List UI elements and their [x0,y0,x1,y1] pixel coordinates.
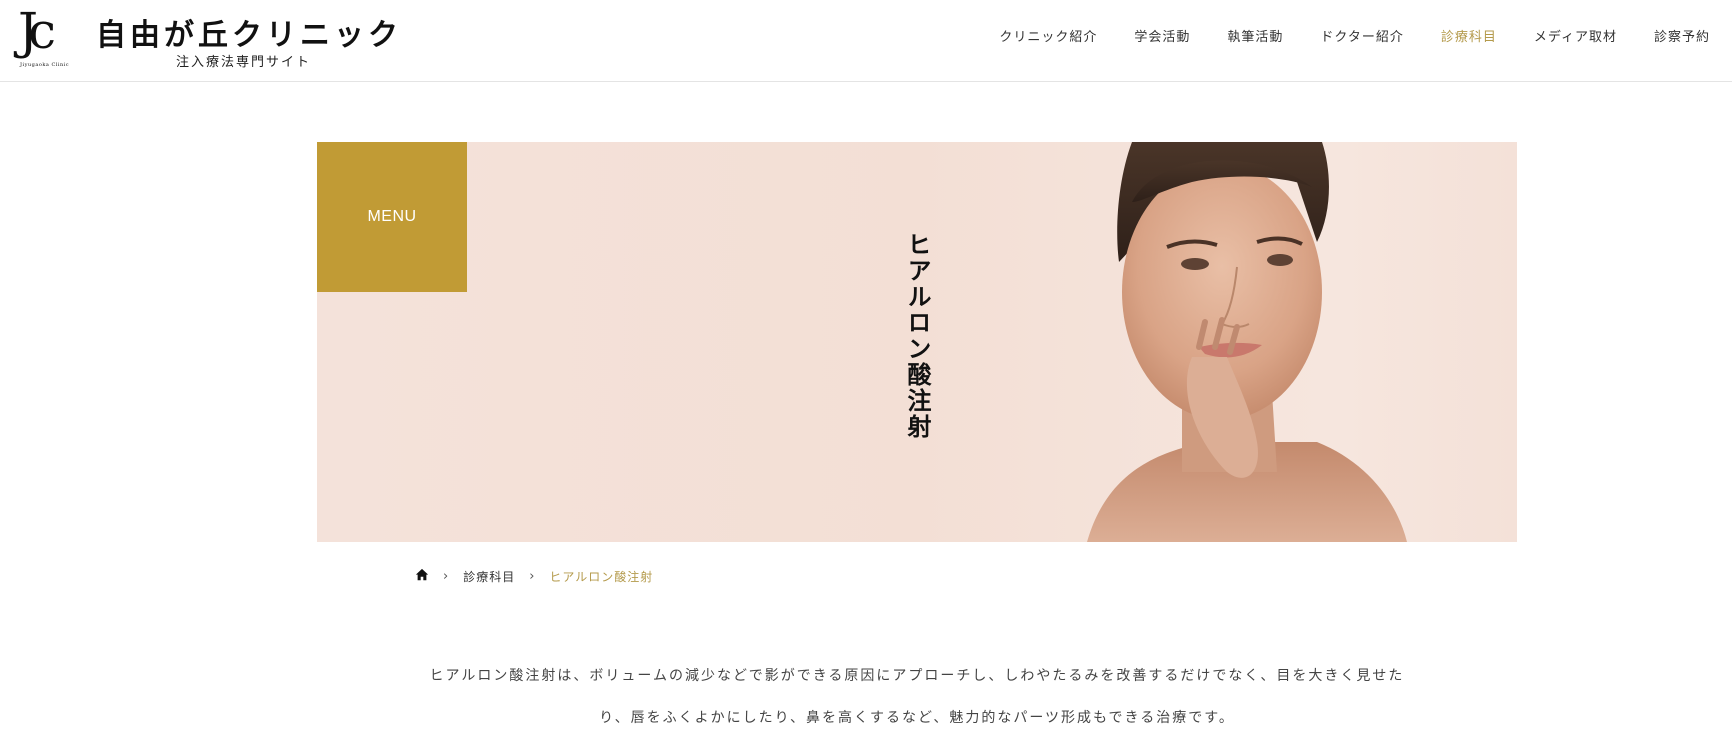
main-nav: クリニック紹介 学会活動 執筆活動 ドクター紹介 診療科目 メディア取材 診察予… [962,28,1710,48]
hero-portrait-image [1087,142,1407,542]
nav-item-doctor[interactable]: ドクター紹介 [1320,28,1403,48]
nav-item-reservation[interactable]: 診察予約 [1654,28,1710,48]
breadcrumb: › 診療科目 › ヒアルロン酸注射 [415,568,653,585]
nav-item-writing[interactable]: 執筆活動 [1227,28,1283,48]
menu-label-box: MENU [317,142,467,292]
breadcrumb-item-current: ヒアルロン酸注射 [549,570,654,584]
intro-line-2: り、唇をふくよかにしたり、鼻を高くするなど、魅力的なパーツ形成もできる治療です。 [599,710,1235,726]
site-logo[interactable]: Jc Jiyugaoka Clinic 自由が丘クリニック 注入療法専門サイト [18,2,398,76]
nav-item-treatments[interactable]: 診療科目 [1441,28,1497,48]
page-title: ヒアルロン酸注射 [903,232,932,440]
site-tagline: 注入療法専門サイト [176,55,312,70]
home-icon [415,568,429,581]
intro-line-1: ヒアルロン酸注射は、ボリュームの減少などで影ができる原因にアプローチし、しわやた… [429,668,1405,684]
site-title: 自由が丘クリニック [96,18,402,53]
breadcrumb-item-treatments[interactable]: 診療科目 [463,568,515,585]
site-header: Jc Jiyugaoka Clinic 自由が丘クリニック 注入療法専門サイト … [0,0,1732,82]
nav-item-media[interactable]: メディア取材 [1534,28,1617,48]
nav-item-academic[interactable]: 学会活動 [1134,28,1190,48]
logo-mark: Jc Jiyugaoka Clinic [18,2,76,70]
nav-item-clinic[interactable]: クリニック紹介 [999,28,1097,48]
hero-banner: MENU ヒアルロン酸注射 [317,142,1517,542]
chevron-right-icon: › [529,569,536,584]
chevron-right-icon: › [443,569,450,584]
logo-mark-letters: Jc [18,2,56,60]
logo-mark-caption: Jiyugaoka Clinic [20,62,70,68]
breadcrumb-home[interactable] [415,568,429,585]
intro-text: ヒアルロン酸注射は、ボリュームの減少などで影ができる原因にアプローチし、しわやた… [317,655,1517,735]
menu-label: MENU [367,208,417,225]
